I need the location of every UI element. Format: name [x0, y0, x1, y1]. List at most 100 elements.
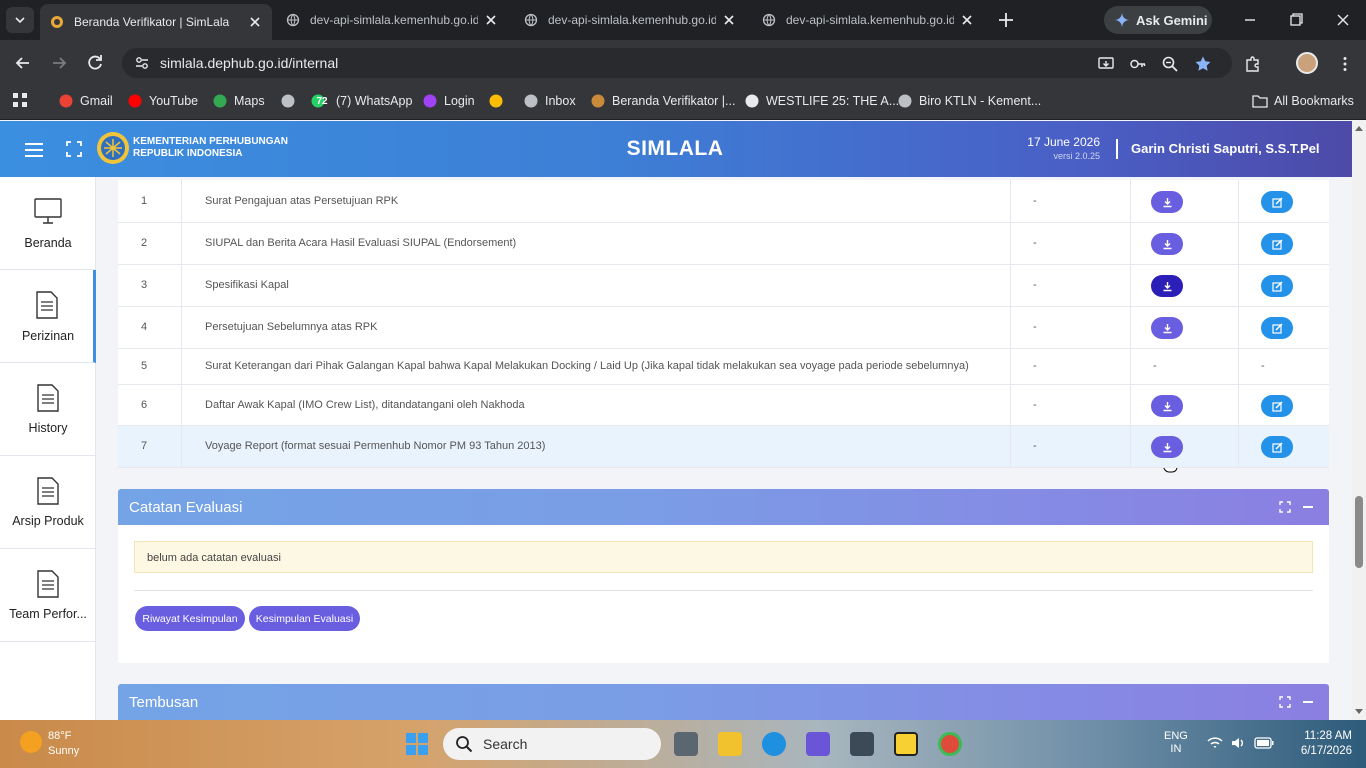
bookmark-item[interactable]: Biro KTLN - Kement...: [897, 91, 1041, 111]
file-explorer-icon[interactable]: [718, 732, 742, 756]
back-arrow-icon[interactable]: [13, 53, 33, 73]
all-bookmarks-button[interactable]: All Bookmarks: [1252, 91, 1354, 111]
browser-tab-active[interactable]: Beranda Verifikator | SimLala: [40, 4, 272, 40]
sidebar-item-history[interactable]: History: [0, 363, 96, 456]
bookmark-item[interactable]: Gmail: [58, 91, 113, 111]
bookmark-item[interactable]: Inbox: [523, 91, 576, 111]
close-icon[interactable]: [484, 13, 498, 27]
document-name: Surat Pengajuan atas Persetujuan RPK: [205, 195, 399, 207]
expand-icon[interactable]: [1279, 696, 1291, 708]
bookmark-item[interactable]: YouTube: [127, 91, 198, 111]
forward-arrow-icon[interactable]: [49, 53, 69, 73]
sidebar-item-perizinan[interactable]: Perizinan: [0, 270, 96, 363]
document-status: -: [1033, 237, 1037, 249]
sun-weather-icon[interactable]: [20, 731, 42, 753]
fullscreen-icon[interactable]: [65, 140, 83, 158]
bookmark-item[interactable]: Maps: [212, 91, 265, 111]
edit-button[interactable]: [1261, 191, 1293, 213]
scroll-down-arrow-icon[interactable]: [1354, 708, 1364, 716]
restore-icon[interactable]: [1286, 10, 1306, 30]
pinwheel-icon: [489, 94, 503, 108]
url-text: simlala.dephub.go.id/internal: [160, 55, 339, 71]
reload-icon[interactable]: [85, 53, 105, 73]
password-key-icon[interactable]: [1129, 55, 1147, 73]
browser-tab[interactable]: dev-api-simlala.kemenhub.go.id: [514, 4, 746, 36]
taskbar-clock[interactable]: 11:28 AM 6/17/2026: [1292, 729, 1352, 759]
folder-icon: [1252, 95, 1268, 108]
browser-tab[interactable]: dev-api-simlala.kemenhub.go.id: [752, 4, 984, 36]
download-button[interactable]: [1151, 191, 1183, 213]
scroll-up-arrow-icon[interactable]: [1354, 124, 1364, 132]
download-button[interactable]: [1151, 317, 1183, 339]
sidebar-item-arsip-produk[interactable]: Arsip Produk: [0, 456, 96, 549]
more-menu-icon[interactable]: [1336, 55, 1354, 73]
close-window-icon[interactable]: [1333, 10, 1353, 30]
expand-icon[interactable]: [1279, 501, 1291, 513]
collapse-minus-icon[interactable]: [1303, 506, 1313, 508]
bookmark-item[interactable]: Beranda Verifikator |...: [590, 91, 735, 111]
tab-search-button[interactable]: [6, 7, 34, 33]
document-icon: [37, 477, 59, 505]
edit-button[interactable]: [1261, 233, 1293, 255]
download-button[interactable]: [1151, 233, 1183, 255]
edit-button[interactable]: [1261, 275, 1293, 297]
install-app-icon[interactable]: [1097, 55, 1115, 73]
page-scrollbar[interactable]: [1352, 121, 1366, 720]
table-row: [118, 265, 1329, 307]
apps-grid-icon[interactable]: [12, 92, 28, 108]
collapse-minus-icon[interactable]: [1303, 701, 1313, 703]
taskbar-search-box[interactable]: Search: [443, 728, 661, 760]
address-bar[interactable]: simlala.dephub.go.id/internal: [122, 48, 1232, 78]
hamburger-menu-icon[interactable]: [24, 142, 44, 158]
sidebar-item-label: Beranda: [24, 236, 72, 250]
kesimpulan-evaluasi-button[interactable]: Kesimpulan Evaluasi: [249, 606, 360, 631]
user-name[interactable]: Garin Christi Saputri, S.S.T.Pel: [1131, 141, 1320, 156]
zoom-icon[interactable]: [1161, 55, 1179, 73]
document-icon: [37, 384, 59, 412]
chrome-icon[interactable]: [938, 732, 962, 756]
bookmark-item[interactable]: [488, 91, 510, 111]
extensions-puzzle-icon[interactable]: [1244, 55, 1262, 73]
windows-start-icon[interactable]: [405, 732, 429, 756]
sidebar-item-beranda[interactable]: Beranda: [0, 177, 96, 270]
header-divider: [1116, 139, 1118, 159]
new-tab-plus-icon[interactable]: [996, 10, 1016, 30]
bookmark-label: Inbox: [545, 94, 576, 108]
close-icon[interactable]: [960, 13, 974, 27]
edit-icon: [1271, 400, 1283, 412]
sidebar-item-label: Team Perfor...: [9, 607, 87, 621]
minimize-icon[interactable]: [1240, 10, 1260, 30]
app-icon[interactable]: [806, 732, 830, 756]
bookmark-star-icon[interactable]: [1194, 55, 1212, 73]
input-language[interactable]: ENG IN: [1164, 730, 1188, 756]
bookmark-item[interactable]: [280, 91, 302, 111]
task-view-icon[interactable]: [674, 732, 698, 756]
download-icon: [1163, 239, 1171, 249]
camera-icon[interactable]: [850, 732, 874, 756]
battery-icon[interactable]: [1254, 737, 1274, 749]
close-icon[interactable]: [248, 15, 262, 29]
sticky-notes-icon[interactable]: [894, 732, 918, 756]
edit-button[interactable]: [1261, 317, 1293, 339]
edge-browser-icon[interactable]: [762, 732, 786, 756]
profile-avatar[interactable]: [1296, 52, 1318, 74]
panel-title: Catatan Evaluasi: [129, 499, 243, 516]
bookmark-item[interactable]: Login: [422, 91, 475, 111]
bookmark-item[interactable]: WESTLIFE 25: THE A...: [744, 91, 899, 111]
volume-icon[interactable]: [1230, 736, 1246, 750]
edit-button[interactable]: [1261, 436, 1293, 458]
edit-button[interactable]: [1261, 395, 1293, 417]
download-button[interactable]: [1151, 395, 1183, 417]
wifi-icon[interactable]: [1207, 736, 1223, 750]
close-icon[interactable]: [722, 13, 736, 27]
riwayat-kesimpulan-button[interactable]: Riwayat Kesimpulan: [135, 606, 245, 631]
download-button[interactable]: [1151, 436, 1183, 458]
site-settings-icon[interactable]: [134, 55, 150, 71]
sidebar-item-team-performance[interactable]: Team Perfor...: [0, 549, 96, 642]
ask-gemini-button[interactable]: Ask Gemini: [1104, 6, 1212, 34]
download-button[interactable]: [1151, 275, 1183, 297]
column-divider: [1238, 180, 1239, 468]
bookmark-item[interactable]: 72 (7) WhatsApp: [310, 91, 412, 111]
scrollbar-thumb[interactable]: [1355, 496, 1363, 568]
browser-tab[interactable]: dev-api-simlala.kemenhub.go.id: [276, 4, 508, 36]
